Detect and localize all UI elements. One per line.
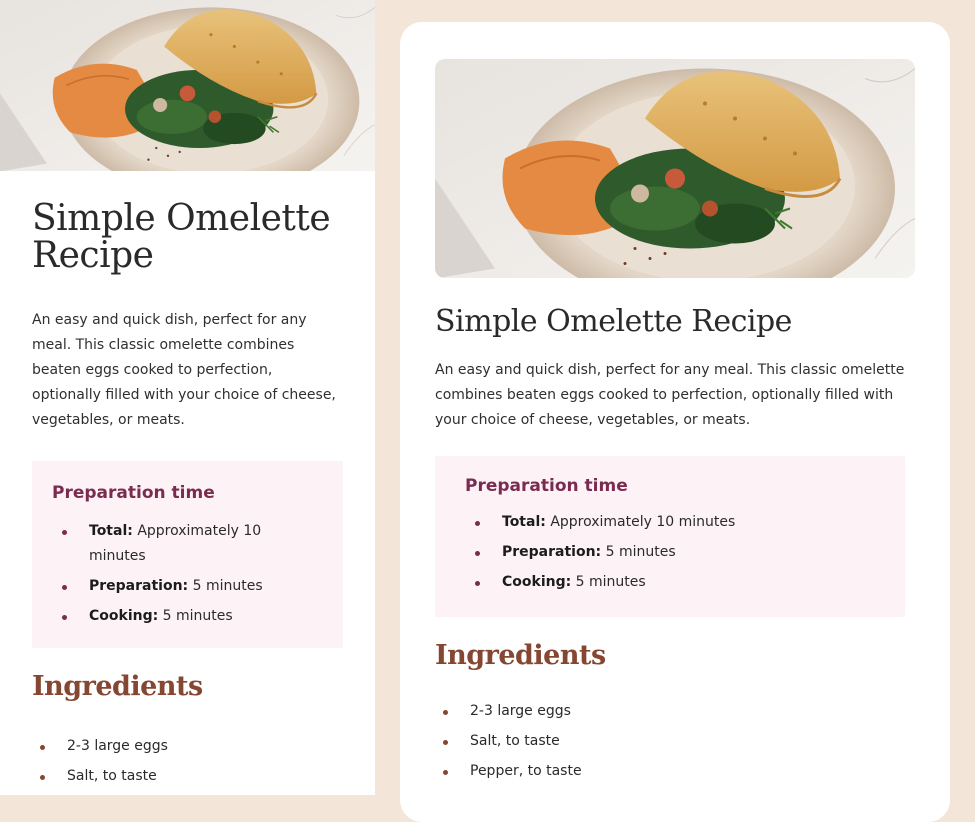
ingredients-heading: Ingredients — [32, 671, 203, 702]
list-item: Cooking: 5 minutes — [52, 604, 312, 629]
list-item: Pepper, to taste — [435, 759, 582, 784]
ingredients-list: 2-3 large eggs Salt, to taste — [32, 734, 168, 794]
recipe-description: An easy and quick dish, perfect for any … — [32, 312, 336, 428]
prep-label: Cooking: — [89, 608, 159, 624]
prep-value: 5 minutes — [575, 574, 646, 590]
prep-label: Total: — [502, 514, 546, 530]
prep-value: 5 minutes — [605, 544, 676, 560]
list-item: Preparation: 5 minutes — [52, 574, 312, 599]
list-item: Salt, to taste — [435, 729, 582, 754]
omelette-photo — [0, 0, 375, 171]
prep-value: Approximately 10 minutes — [550, 514, 736, 530]
ingredients-list: 2-3 large eggs Salt, to taste Pepper, to… — [435, 699, 582, 789]
prep-label: Preparation: — [89, 578, 189, 594]
list-item: Cooking: 5 minutes — [465, 570, 735, 595]
prep-label: Cooking: — [502, 574, 572, 590]
preparation-list: Total: Approximately 10 minutes Preparat… — [52, 519, 312, 634]
mobile-recipe-view: Simple Omelette Recipe An easy and quick… — [0, 0, 375, 795]
list-item: Total: Approximately 10 minutes — [465, 510, 735, 535]
prep-label: Preparation: — [502, 544, 602, 560]
prep-value: 5 minutes — [162, 608, 233, 624]
list-item: 2-3 large eggs — [32, 734, 168, 759]
recipe-description: An easy and quick dish, perfect for any … — [435, 362, 905, 428]
prep-label: Total: — [89, 523, 133, 539]
recipe-title: Simple Omelette Recipe — [435, 304, 792, 339]
omelette-photo — [435, 59, 915, 278]
preparation-time-box: Preparation time Total: Approximately 10… — [435, 456, 905, 617]
ingredients-heading: Ingredients — [435, 640, 606, 671]
list-item: Salt, to taste — [32, 764, 168, 789]
list-item: Total: Approximately 10 minutes — [52, 519, 312, 569]
recipe-title: Simple Omelette Recipe — [32, 198, 331, 276]
preparation-heading: Preparation time — [52, 483, 215, 503]
desktop-recipe-card: Simple Omelette Recipe An easy and quick… — [400, 22, 950, 822]
prep-value: 5 minutes — [192, 578, 263, 594]
list-item: 2-3 large eggs — [435, 699, 582, 724]
preparation-time-box: Preparation time Total: Approximately 10… — [32, 461, 343, 648]
preparation-heading: Preparation time — [465, 476, 628, 496]
preparation-list: Total: Approximately 10 minutes Preparat… — [465, 510, 735, 600]
list-item: Preparation: 5 minutes — [465, 540, 735, 565]
